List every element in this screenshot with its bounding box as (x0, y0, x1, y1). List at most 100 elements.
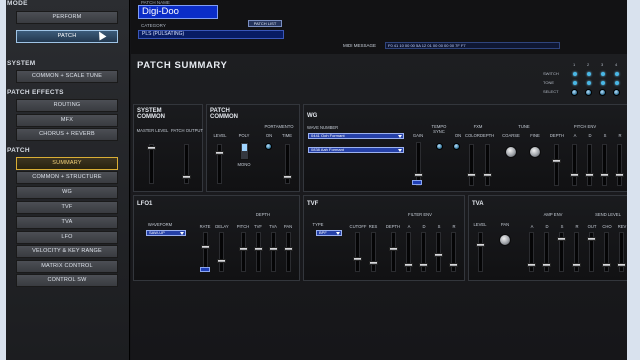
tone-3-select-knob[interactable] (599, 89, 606, 96)
fader-cap[interactable] (602, 263, 611, 267)
fxm-color-fader[interactable] (467, 144, 476, 186)
tone-3-switch-led[interactable] (601, 72, 605, 76)
pitch-env-d-fader[interactable] (585, 144, 594, 186)
fader-cap[interactable] (483, 173, 492, 177)
fader-cap[interactable] (600, 173, 609, 177)
velocity-key-range-button[interactable]: VELOCITY & KEY RANGE (16, 245, 118, 258)
portamento-time-fader[interactable] (283, 144, 292, 184)
fader-cap[interactable] (404, 263, 413, 267)
tva-level-fader[interactable] (476, 232, 485, 272)
lfo-button[interactable]: LFO (16, 231, 118, 244)
send-out-fader[interactable] (587, 232, 596, 272)
fader-cap[interactable] (552, 159, 561, 163)
fader-cap[interactable] (182, 175, 191, 179)
control-sw-button[interactable]: CONTROL SW (16, 274, 118, 287)
fader-cap[interactable] (353, 257, 362, 261)
fader-cap[interactable] (215, 151, 224, 155)
routing-button[interactable]: ROUTING (16, 99, 118, 112)
wave-number-2-dropdown[interactable]: 0838 Aah Formant (308, 147, 404, 153)
filter-env-s-fader[interactable] (434, 232, 443, 272)
tempo-sync-on-knob[interactable] (453, 143, 460, 150)
fader-cap[interactable] (201, 245, 210, 249)
fader-cap[interactable] (414, 173, 423, 177)
poly-mono-switch[interactable] (240, 142, 249, 160)
fine-knob[interactable] (529, 146, 541, 158)
fader-cap[interactable] (572, 263, 581, 267)
mode-perform-button[interactable]: PERFORM (16, 11, 118, 24)
filter-env-r-fader[interactable] (449, 232, 458, 272)
matrix-control-button[interactable]: MATRIX CONTROL (16, 260, 118, 273)
chorus-reverb-button[interactable]: CHORUS + REVERB (16, 128, 118, 141)
amp-env-d-fader[interactable] (542, 232, 551, 272)
resonance-fader[interactable] (369, 232, 378, 272)
filter-type-dropdown[interactable]: BPF (316, 230, 342, 236)
category-field[interactable]: PLS (PULSATING) (138, 30, 284, 39)
send-cho-fader[interactable] (602, 232, 611, 272)
send-rev-fader[interactable] (617, 232, 626, 272)
cutoff-fader[interactable] (353, 232, 362, 272)
fader-cap[interactable] (615, 173, 624, 177)
tva-button[interactable]: TVA (16, 216, 118, 229)
filter-env-depth-fader[interactable] (389, 232, 398, 272)
tempo-sync-knob[interactable] (436, 143, 443, 150)
pitch-env-s-fader[interactable] (600, 144, 609, 186)
fader-cap[interactable] (389, 247, 398, 251)
fader-cap[interactable] (434, 253, 443, 257)
fader-cap[interactable] (239, 247, 248, 251)
summary-button[interactable]: SUMMARY (16, 157, 118, 170)
tone-1-select-knob[interactable] (571, 89, 578, 96)
fader-cap[interactable] (617, 263, 626, 267)
fader-cap[interactable] (284, 247, 293, 251)
pitch-env-a-fader[interactable] (570, 144, 579, 186)
lfo-tvf-depth-fader[interactable] (254, 232, 263, 272)
fader-cap[interactable] (542, 263, 551, 267)
common-structure-button[interactable]: COMMON + STRUCTURE (16, 171, 118, 184)
fader-cap[interactable] (557, 237, 566, 241)
tva-pan-knob[interactable] (499, 234, 511, 246)
patch-name-field[interactable]: Digi-Doo (138, 5, 218, 19)
patch-list-button[interactable]: PATCH LIST (248, 20, 282, 27)
tone-2-select-led[interactable] (587, 81, 591, 85)
lfo-pan-depth-fader[interactable] (284, 232, 293, 272)
patch-level-fader[interactable] (215, 144, 224, 184)
wg-button[interactable]: WG (16, 186, 118, 199)
tone-4-switch-led[interactable] (615, 72, 619, 76)
fader-cap[interactable] (147, 146, 156, 150)
wave-number-1-dropdown[interactable]: 0441 Ooh Formant (308, 133, 404, 139)
waveform-dropdown[interactable]: SAW-UP (146, 230, 186, 236)
pitch-env-r-fader[interactable] (615, 144, 624, 186)
fader-cap[interactable] (467, 173, 476, 177)
tone-3-select-led[interactable] (601, 81, 605, 85)
tone-1-select-led[interactable] (573, 81, 577, 85)
fader-cap[interactable] (570, 173, 579, 177)
fader-cap[interactable] (369, 261, 378, 265)
tvf-button[interactable]: TVF (16, 201, 118, 214)
fader-cap[interactable] (254, 247, 263, 251)
pitch-env-depth-fader[interactable] (552, 144, 561, 186)
portamento-on-knob[interactable] (265, 143, 272, 150)
tone-4-select-led[interactable] (615, 81, 619, 85)
coarse-knob[interactable] (505, 146, 517, 158)
fader-cap[interactable] (449, 263, 458, 267)
fader-cap[interactable] (419, 263, 428, 267)
tone-1-switch-led[interactable] (573, 72, 577, 76)
fader-cap[interactable] (283, 175, 292, 179)
fader-cap[interactable] (269, 247, 278, 251)
system-common-scale-tune-button[interactable]: COMMON + SCALE TUNE (16, 70, 118, 83)
amp-env-a-fader[interactable] (527, 232, 536, 272)
amp-env-s-fader[interactable] (557, 232, 566, 272)
lfo-tva-depth-fader[interactable] (269, 232, 278, 272)
lfo-pitch-depth-fader[interactable] (239, 232, 248, 272)
fader-cap[interactable] (476, 243, 485, 247)
filter-env-d-fader[interactable] (419, 232, 428, 272)
amp-env-r-fader[interactable] (572, 232, 581, 272)
scrollbar[interactable] (627, 0, 636, 360)
filter-env-a-fader[interactable] (404, 232, 413, 272)
lfo-delay-fader[interactable] (217, 232, 226, 272)
tone-4-select-knob[interactable] (613, 89, 620, 96)
tone-2-select-knob[interactable] (585, 89, 592, 96)
lfo-rate-fader[interactable] (201, 232, 210, 272)
mfx-button[interactable]: MFX (16, 114, 118, 127)
master-level-fader[interactable] (147, 144, 156, 184)
tone-2-switch-led[interactable] (587, 72, 591, 76)
